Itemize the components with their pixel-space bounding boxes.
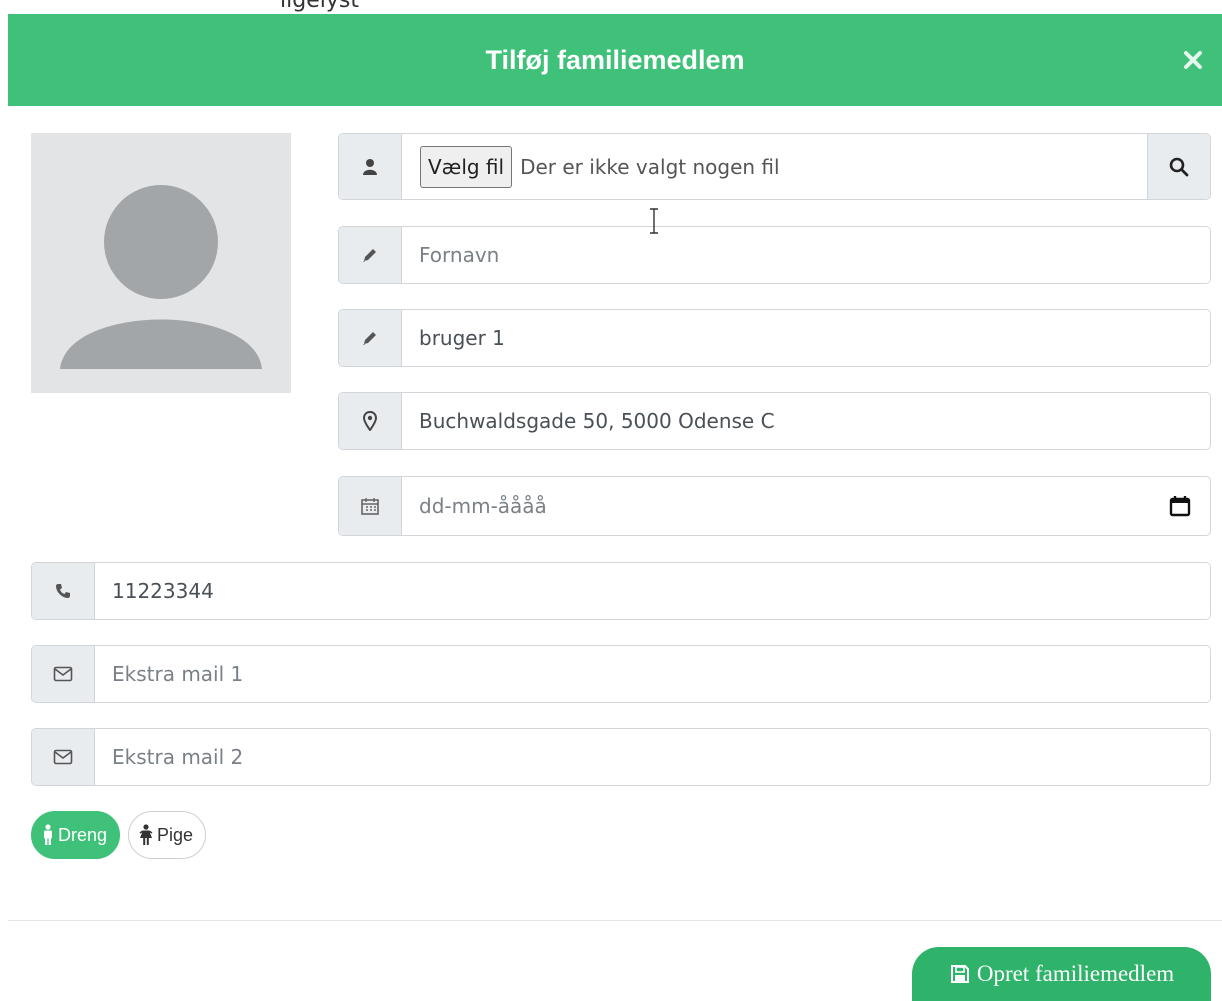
calendar-addon xyxy=(339,477,402,535)
phone-input[interactable] xyxy=(95,563,1210,619)
location-addon xyxy=(339,393,402,449)
pencil-icon xyxy=(363,249,376,262)
file-input[interactable]: Vælg fil Der er ikke valgt nogen fil xyxy=(402,134,1147,199)
file-status-text: Der er ikke valgt nogen fil xyxy=(520,154,780,179)
birthdate-input[interactable]: dd-mm-åååå xyxy=(402,477,1150,535)
calendar-picker-icon xyxy=(1169,496,1191,517)
phone-group xyxy=(31,562,1211,620)
user-silhouette-icon xyxy=(60,185,262,369)
address-group xyxy=(338,392,1211,450)
phone-icon xyxy=(56,584,70,598)
extra-mail-1-input[interactable] xyxy=(95,646,1210,702)
calendar-icon xyxy=(361,498,379,515)
envelope-icon xyxy=(53,666,73,682)
female-icon xyxy=(139,824,153,845)
search-button[interactable] xyxy=(1147,134,1210,199)
extra-mail-2-input[interactable] xyxy=(95,729,1210,785)
phone-addon xyxy=(32,563,95,619)
extra-mail-2-group xyxy=(31,728,1211,786)
male-icon xyxy=(44,824,52,845)
search-icon xyxy=(1169,157,1189,176)
map-marker-icon xyxy=(363,411,377,431)
create-family-member-button[interactable]: Opret familiemedlem xyxy=(912,947,1211,1001)
pencil-addon xyxy=(339,227,402,283)
envelope-addon xyxy=(32,646,95,702)
gender-option-label: Pige xyxy=(157,824,194,845)
date-picker-button[interactable] xyxy=(1150,477,1210,535)
first-name-input[interactable] xyxy=(402,227,1210,283)
address-input[interactable] xyxy=(402,393,1210,449)
user-addon xyxy=(339,134,402,199)
pencil-addon xyxy=(339,310,402,366)
last-name-input[interactable] xyxy=(402,310,1210,366)
modal-title: Tilføj familiemedlem xyxy=(485,45,745,75)
envelope-addon xyxy=(32,729,95,785)
first-name-group xyxy=(338,226,1211,284)
save-icon xyxy=(950,965,969,983)
modal-header: Tilføj familiemedlem xyxy=(8,14,1222,106)
top-clipped-strip: ligelyst xyxy=(0,0,1222,14)
footer-divider xyxy=(8,920,1222,921)
clipped-heading-text: ligelyst xyxy=(280,0,359,13)
extra-mail-1-group xyxy=(31,645,1211,703)
photo-file-group: Vælg fil Der er ikke valgt nogen fil xyxy=(338,133,1211,200)
text-cursor-icon xyxy=(650,208,658,234)
gender-option-label: Dreng xyxy=(58,824,108,845)
last-name-group xyxy=(338,309,1211,367)
submit-label: Opret familiemedlem xyxy=(976,961,1175,986)
choose-file-button[interactable]: Vælg fil xyxy=(420,145,513,188)
user-icon xyxy=(363,158,377,175)
close-icon xyxy=(1184,51,1202,69)
close-button[interactable] xyxy=(1178,45,1208,75)
gender-option-boy[interactable]: Dreng xyxy=(31,811,121,859)
gender-toggle: Dreng Pige xyxy=(31,811,207,859)
birthdate-group: dd-mm-åååå xyxy=(338,476,1211,536)
avatar-placeholder xyxy=(31,133,291,393)
pencil-icon xyxy=(363,332,376,345)
envelope-icon xyxy=(53,749,73,765)
gender-option-girl[interactable]: Pige xyxy=(128,811,207,859)
